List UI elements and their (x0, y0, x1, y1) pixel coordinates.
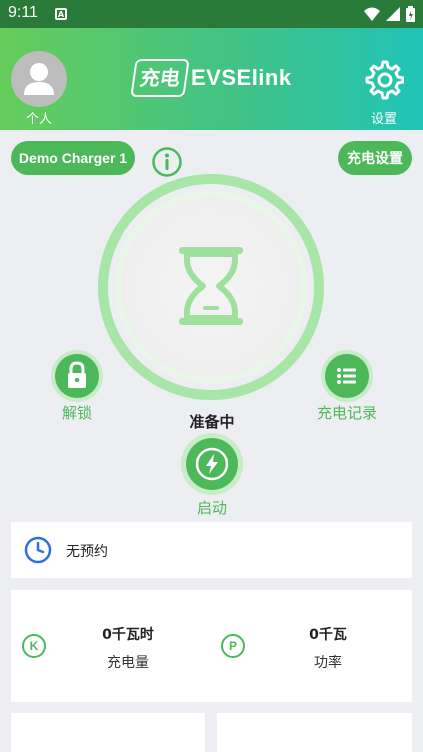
lightning-icon (195, 447, 229, 481)
start-label[interactable]: 启动 (186, 497, 238, 518)
lock-icon (68, 361, 86, 388)
list-icon (337, 368, 356, 384)
stats-card-bottom-left (11, 713, 205, 752)
power-value: 0千瓦 (309, 627, 347, 643)
schedule-card[interactable]: 无预约 (11, 522, 412, 578)
energy-value: 0千瓦时 (102, 627, 154, 643)
charger-status: 准备中 (189, 413, 235, 431)
stats-card-bottom-right (217, 713, 412, 752)
unlock-button[interactable] (55, 354, 99, 398)
charger-selector-button[interactable]: Demo Charger 1 (11, 141, 135, 175)
power-icon: P (221, 634, 245, 658)
app-logo: 充电 EVSElink (130, 56, 293, 100)
energy-label: 充电量 (107, 655, 149, 671)
system-icons (364, 6, 415, 22)
settings-label[interactable]: 设置 (362, 108, 406, 127)
start-charging-button[interactable] (186, 438, 238, 490)
signal-icon (386, 7, 400, 21)
stats-card: K 0千瓦时 充电量 P 0千瓦 功率 (11, 590, 412, 702)
profile-label[interactable]: 个人 (14, 108, 64, 127)
energy-icon: K (22, 634, 46, 658)
wifi-icon (364, 7, 380, 21)
schedule-status: 无预约 (66, 544, 108, 560)
charge-records-button[interactable] (325, 354, 369, 398)
charge-settings-button[interactable]: 充电设置 (338, 141, 412, 175)
notification-app-icon: A (55, 8, 67, 20)
power-label: 功率 (314, 655, 342, 671)
clock-icon (24, 536, 52, 564)
avatar-button[interactable] (11, 51, 67, 107)
logo-badge: 充电 (130, 59, 190, 97)
status-bar: 9:11 A (0, 0, 423, 28)
app-header: 个人 充电 EVSElink 设置 (0, 28, 423, 130)
charge-records-label[interactable]: 充电记录 (310, 402, 384, 423)
info-icon[interactable] (151, 146, 183, 178)
unlock-label[interactable]: 解锁 (52, 402, 102, 423)
battery-icon (406, 6, 415, 22)
status-time: 9:11 (8, 4, 38, 21)
user-icon (24, 63, 54, 95)
logo-text: EVSElink (191, 65, 292, 90)
gear-icon[interactable] (362, 58, 404, 100)
hourglass-icon (179, 247, 243, 325)
